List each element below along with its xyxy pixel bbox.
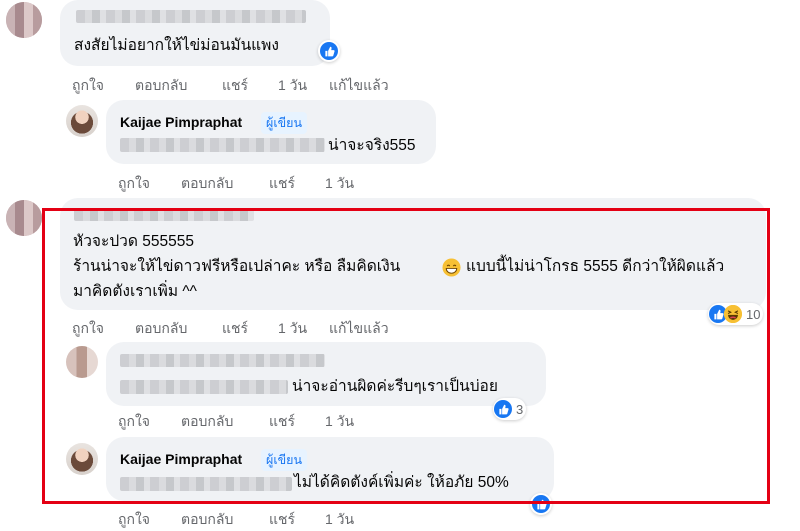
- author-badge: ผู้เขียน: [261, 112, 308, 134]
- comment-bubble: สงสัยไม่อยากให้ไข่ม่อนมันแพง: [60, 0, 330, 66]
- commenter-avatar[interactable]: [6, 2, 42, 38]
- reply-button[interactable]: ตอบกลับ: [181, 173, 233, 195]
- timestamp[interactable]: 1 วัน: [278, 75, 307, 97]
- commenter-avatar[interactable]: [6, 200, 42, 236]
- like-button[interactable]: ถูกใจ: [118, 173, 150, 195]
- comment-text: น่าจะจริง555: [328, 137, 416, 154]
- like-icon: [320, 42, 338, 60]
- comment-text: สงสัยไม่อยากให้ไข่ม่อนมันแพง: [74, 37, 279, 54]
- reaction-summary[interactable]: [318, 40, 340, 62]
- blurred-text: [120, 138, 325, 152]
- timestamp[interactable]: 1 วัน: [325, 173, 354, 195]
- reply-button[interactable]: ตอบกลับ: [181, 509, 233, 531]
- author-avatar[interactable]: [66, 105, 98, 137]
- comment-bubble: Kaijae Pimpraphat ผู้เขียน น่าจะจริง555: [106, 100, 436, 164]
- blurred-name: [76, 10, 306, 23]
- like-button[interactable]: ถูกใจ: [118, 509, 150, 531]
- share-button[interactable]: แชร์: [222, 75, 248, 97]
- reply-button[interactable]: ตอบกลับ: [135, 75, 187, 97]
- share-button[interactable]: แชร์: [269, 509, 295, 531]
- highlight-box: [42, 208, 770, 504]
- share-button[interactable]: แชร์: [269, 173, 295, 195]
- timestamp[interactable]: 1 วัน: [325, 509, 354, 531]
- commenter-name[interactable]: Kaijae Pimpraphat: [120, 114, 242, 130]
- edited-label: แก้ไขแล้ว: [329, 77, 389, 93]
- like-button[interactable]: ถูกใจ: [72, 75, 104, 97]
